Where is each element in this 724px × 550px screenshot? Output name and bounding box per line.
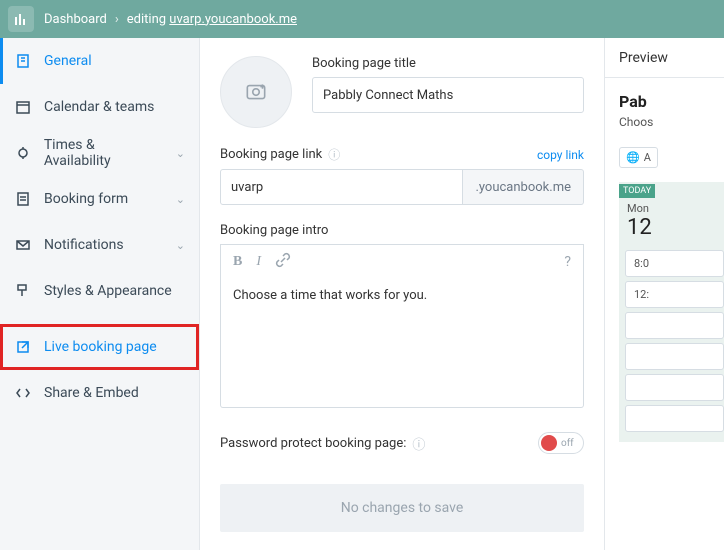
link-suffix: .youcanbook.me: [463, 169, 584, 205]
title-label: Booking page title: [312, 56, 584, 71]
breadcrumb-action: editing: [127, 12, 166, 27]
preview-calendar: TODAY Mon 12 8:0 12:: [619, 182, 724, 442]
sidebar-item-label: Calendar & teams: [44, 99, 154, 115]
watch-icon: [14, 145, 32, 161]
time-slot[interactable]: [625, 343, 724, 370]
sidebar-item-label: Share & Embed: [44, 385, 139, 401]
sidebar-item-label: Booking form: [44, 191, 128, 207]
today-badge: TODAY: [619, 184, 655, 198]
toggle-state: off: [561, 438, 574, 449]
document-icon: [14, 53, 32, 69]
sidebar-item-booking-form[interactable]: Booking form ⌄: [0, 176, 199, 222]
sidebar-item-label: Notifications: [44, 237, 124, 253]
link-label: Booking page link: [220, 147, 322, 162]
main-panel: Booking page title Booking page link ⓘ c…: [200, 38, 604, 550]
link-input[interactable]: [220, 169, 463, 205]
top-bar: Dashboard › editing uvarp.youcanbook.me: [0, 0, 724, 38]
sidebar-item-label: Styles & Appearance: [44, 283, 172, 299]
intro-textarea[interactable]: Choose a time that works for you.: [220, 278, 584, 408]
title-input[interactable]: [312, 77, 584, 113]
preview-date: 12: [619, 215, 724, 246]
preview-title: Pab: [619, 92, 724, 111]
sidebar-item-styles[interactable]: Styles & Appearance: [0, 268, 199, 314]
preview-day: Mon: [619, 198, 724, 215]
help-icon[interactable]: ?: [564, 254, 571, 270]
intro-toolbar: B I ?: [220, 244, 584, 278]
paint-icon: [14, 283, 32, 299]
help-icon[interactable]: ⓘ: [412, 434, 425, 453]
italic-icon[interactable]: I: [256, 254, 261, 270]
sidebar-item-label: General: [44, 53, 92, 69]
copy-link[interactable]: copy link: [537, 148, 584, 162]
time-slot[interactable]: [625, 374, 724, 401]
code-icon: [14, 385, 32, 401]
sidebar-item-notifications[interactable]: Notifications ⌄: [0, 222, 199, 268]
app-logo[interactable]: [8, 6, 34, 32]
preview-pane: Preview Pab Choos 🌐 A TODAY Mon 12 8:0 1…: [604, 38, 724, 550]
chevron-down-icon: ⌄: [176, 147, 185, 160]
mail-icon: [14, 237, 32, 253]
time-slot[interactable]: 8:0: [625, 250, 724, 277]
time-slot[interactable]: [625, 405, 724, 432]
sidebar-item-live-page[interactable]: Live booking page: [0, 324, 199, 370]
save-bar: No changes to save: [220, 484, 584, 532]
chevron-down-icon: ⌄: [176, 193, 185, 206]
globe-icon: 🌐: [626, 151, 640, 164]
form-icon: [14, 191, 32, 207]
language-selector[interactable]: 🌐 A: [619, 147, 658, 168]
external-link-icon: [14, 339, 32, 355]
intro-label: Booking page intro: [220, 223, 584, 238]
password-label: Password protect booking page:: [220, 436, 406, 451]
calendar-icon: [14, 99, 32, 115]
sidebar-item-label: Live booking page: [44, 339, 157, 355]
sidebar-item-label: Times & Availability: [44, 137, 164, 169]
chevron-right-icon: ›: [115, 12, 119, 27]
sidebar-item-calendar[interactable]: Calendar & teams: [0, 84, 199, 130]
help-icon[interactable]: ⓘ: [328, 146, 340, 163]
link-tool-icon[interactable]: [275, 252, 291, 272]
bold-icon[interactable]: B: [233, 254, 242, 270]
sidebar: General Calendar & teams Times & Availab…: [0, 38, 200, 550]
sidebar-item-share[interactable]: Share & Embed: [0, 370, 199, 416]
preview-header: Preview: [605, 38, 724, 78]
toggle-knob: [541, 435, 557, 451]
breadcrumb-dashboard[interactable]: Dashboard: [44, 12, 107, 27]
breadcrumb-url[interactable]: uvarp.youcanbook.me: [169, 12, 297, 27]
chevron-down-icon: ⌄: [176, 239, 185, 252]
page-image-upload[interactable]: [220, 56, 292, 128]
time-slot[interactable]: [625, 312, 724, 339]
password-toggle[interactable]: off: [538, 432, 584, 454]
sidebar-item-general[interactable]: General: [0, 38, 199, 84]
preview-subtitle: Choos: [619, 115, 724, 129]
sidebar-item-times[interactable]: Times & Availability ⌄: [0, 130, 199, 176]
time-slot[interactable]: 12:: [625, 281, 724, 308]
